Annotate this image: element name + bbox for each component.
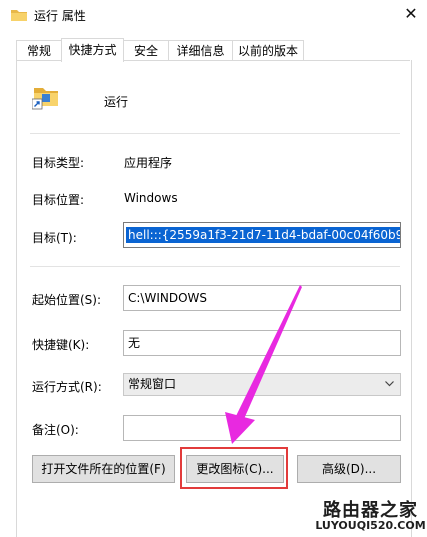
watermark-en: LUYOUQI520.COM [315, 519, 426, 532]
run-label: 运行方式(R): [32, 380, 102, 394]
folder-icon [11, 10, 27, 21]
comment-label: 备注(O): [32, 423, 79, 437]
start-in-value: C:\WINDOWS [128, 291, 208, 305]
target-value-selected: hell:::{2559a1f3-21d7-11d4-bdaf-00c04f60… [126, 227, 400, 243]
title-bar: 运行 属性 ✕ [0, 0, 427, 30]
target-label: 目标(T): [32, 231, 77, 245]
shortcut-key-value: 无 [128, 336, 141, 350]
separator [30, 266, 400, 267]
start-in-input[interactable]: C:\WINDOWS [123, 285, 401, 311]
target-input[interactable]: hell:::{2559a1f3-21d7-11d4-bdaf-00c04f60… [123, 222, 401, 248]
highlight-box [180, 447, 288, 489]
shortcut-key-input[interactable]: 无 [123, 330, 401, 356]
comment-input[interactable] [123, 415, 401, 441]
target-type-label: 目标类型: [32, 156, 85, 170]
tab-previous-versions[interactable]: 以前的版本 [232, 40, 304, 61]
shortcut-key-label: 快捷键(K): [32, 338, 90, 352]
start-in-label: 起始位置(S): [32, 293, 102, 307]
run-select-value: 常规窗口 [128, 377, 177, 391]
tab-general[interactable]: 常规 [16, 40, 62, 61]
tab-details[interactable]: 详细信息 [168, 40, 233, 61]
target-location-value: Windows [124, 191, 178, 205]
shortcut-folder-icon [32, 88, 58, 110]
target-type-value: 应用程序 [124, 156, 173, 170]
watermark: 路由器之家 LUYOUQI520.COM [314, 496, 427, 537]
advanced-button[interactable]: 高级(D)... [297, 455, 401, 483]
open-file-location-button[interactable]: 打开文件所在的位置(F) [32, 455, 175, 483]
shortcut-name: 运行 [104, 95, 129, 109]
target-location-label: 目标位置: [32, 193, 85, 207]
tab-security[interactable]: 安全 [123, 40, 169, 61]
close-icon: ✕ [404, 4, 418, 23]
window-title: 运行 属性 [34, 9, 86, 23]
separator [30, 133, 400, 134]
run-select[interactable]: 常规窗口 [123, 373, 401, 396]
chevron-down-icon [385, 381, 394, 387]
close-button[interactable]: ✕ [398, 3, 424, 27]
tab-shortcut[interactable]: 快捷方式 [61, 38, 124, 62]
